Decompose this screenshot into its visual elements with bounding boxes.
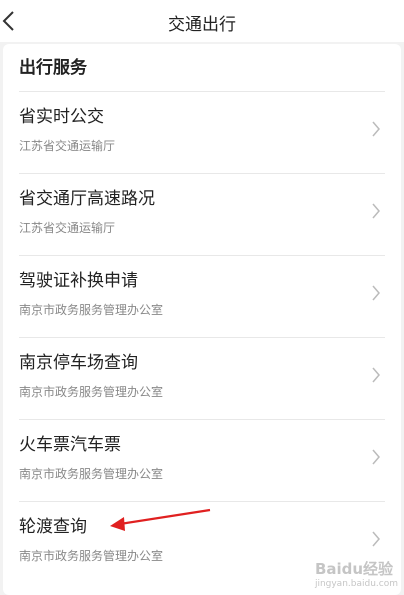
chevron-right-icon bbox=[372, 367, 380, 383]
chevron-right-icon bbox=[372, 531, 380, 547]
chevron-right-icon bbox=[372, 285, 380, 301]
page-title: 交通出行 bbox=[168, 15, 236, 35]
item-title: 南京停车场查询 bbox=[19, 353, 138, 373]
divider bbox=[19, 501, 385, 502]
divider bbox=[19, 255, 385, 256]
section-title: 出行服务 bbox=[19, 58, 87, 78]
item-subtitle: 南京市政务服务管理办公室 bbox=[19, 467, 164, 481]
chevron-right-icon bbox=[372, 449, 380, 465]
watermark-brand: Baidu经验 bbox=[314, 560, 394, 578]
list-item-train-bus-tickets[interactable]: 火车票汽车票 南京市政务服务管理办公室 bbox=[19, 419, 385, 501]
list-item-license-renewal[interactable]: 驾驶证补换申请 南京市政务服务管理办公室 bbox=[19, 255, 385, 337]
item-title: 省实时公交 bbox=[19, 107, 104, 127]
item-title: 省交通厅高速路况 bbox=[19, 189, 155, 209]
divider bbox=[19, 173, 385, 174]
divider bbox=[19, 337, 385, 338]
divider bbox=[19, 91, 385, 92]
top-bar: 交通出行 bbox=[0, 0, 404, 42]
item-subtitle: 南京市政务服务管理办公室 bbox=[19, 549, 164, 563]
red-arrow-annotation-icon bbox=[110, 508, 211, 531]
item-subtitle: 江苏省交通运输厅 bbox=[19, 139, 116, 153]
item-title: 轮渡查询 bbox=[19, 517, 87, 537]
divider bbox=[19, 419, 385, 420]
item-subtitle: 南京市政务服务管理办公室 bbox=[19, 303, 164, 317]
chevron-right-icon bbox=[372, 121, 380, 137]
list-item-highway-status[interactable]: 省交通厅高速路况 江苏省交通运输厅 bbox=[19, 173, 385, 255]
baidu-watermark-logo: Baidu经验 jingyan.baidu.com bbox=[315, 558, 398, 589]
chevron-right-icon bbox=[372, 203, 380, 219]
item-title: 驾驶证补换申请 bbox=[19, 271, 138, 291]
list-item-parking-query[interactable]: 南京停车场查询 南京市政务服务管理办公室 bbox=[19, 337, 385, 419]
list-item-realtime-bus[interactable]: 省实时公交 江苏省交通运输厅 bbox=[19, 91, 385, 173]
item-title: 火车票汽车票 bbox=[19, 435, 121, 455]
item-subtitle: 江苏省交通运输厅 bbox=[19, 221, 116, 235]
item-subtitle: 南京市政务服务管理办公室 bbox=[19, 385, 164, 399]
watermark-url: jingyan.baidu.com bbox=[314, 579, 398, 589]
